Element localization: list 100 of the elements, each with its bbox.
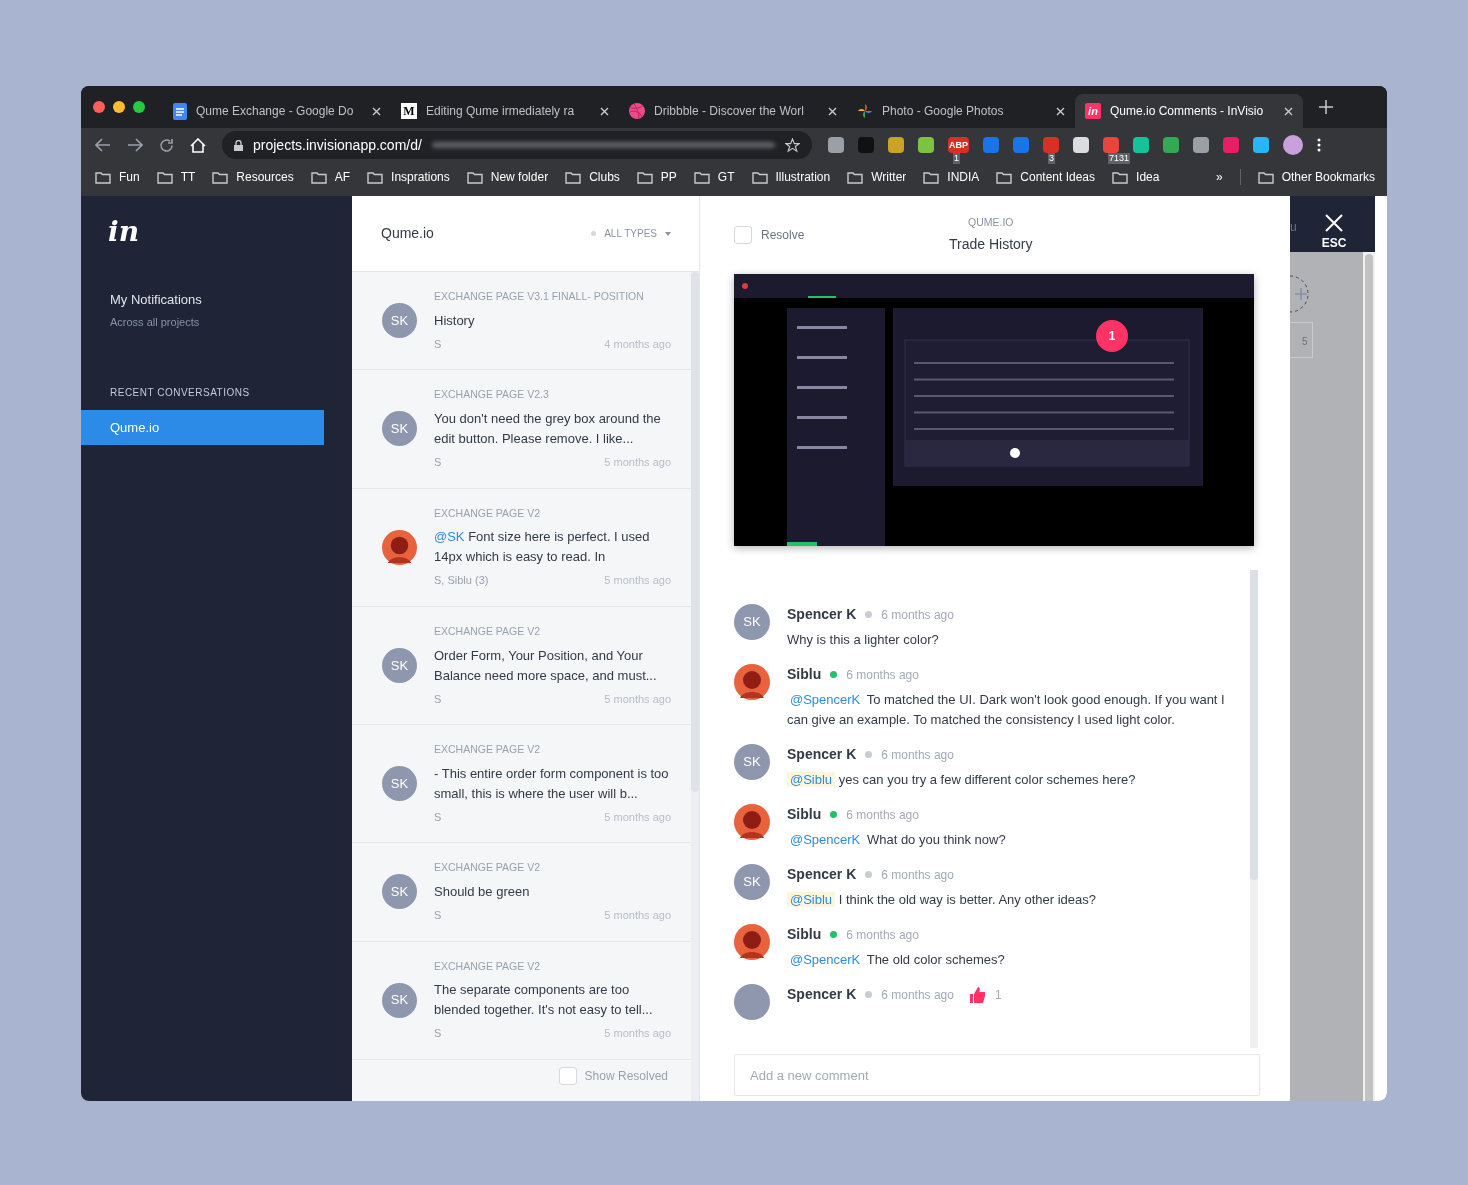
browser-tab[interactable]: Dribbble - Discover the Worl — [619, 94, 847, 128]
folder-icon — [693, 170, 710, 184]
extension-icon[interactable] — [828, 137, 844, 153]
bookmark-folder[interactable]: PP — [636, 168, 677, 186]
extension-icon[interactable] — [1253, 137, 1269, 153]
screen-name: EXCHANGE PAGE V2.3 — [434, 387, 550, 403]
avatar — [382, 529, 417, 565]
screen-name: EXCHANGE PAGE V2 — [434, 860, 541, 876]
bookmark-folder[interactable]: TT — [156, 168, 196, 186]
conversation-item[interactable]: SK EXCHANGE PAGE V3.1 FINALL- POSITION History S 4 months ago — [352, 272, 691, 371]
folder-icon — [636, 170, 653, 184]
extension-icon[interactable] — [1043, 137, 1059, 153]
folder-icon — [847, 170, 864, 184]
conversation-item[interactable]: SK EXCHANGE PAGE V2.3 You don't need the grey box around the edit button. Please remove. I like... S 5 months ago — [352, 370, 691, 489]
conversation-item[interactable]: SK EXCHANGE PAGE V2 - This entire order form component is too small, this is where the user will b... S 5 months ago — [352, 725, 691, 844]
site-logo: M — [401, 103, 417, 119]
reload-icon[interactable] — [159, 137, 174, 153]
comment-time: 6 months ago — [846, 926, 919, 944]
minimize-window-button[interactable] — [113, 101, 125, 113]
url-text: projects.invisionapp.com/d/ — [253, 135, 422, 155]
extension-icon[interactable] — [918, 137, 934, 153]
notifications-title[interactable]: My Notifications — [110, 290, 352, 310]
bookmark-folder[interactable]: Content Ideas — [996, 168, 1096, 186]
commenter-name: Siblu — [787, 665, 822, 684]
extension-icon[interactable] — [1193, 137, 1209, 153]
close-icon[interactable] — [600, 106, 609, 116]
close-icon[interactable] — [1056, 106, 1065, 116]
project-label: QUME.IO — [968, 214, 1014, 230]
screen-name: EXCHANGE PAGE V3.1 FINALL- POSITION — [434, 289, 645, 304]
tab-title: Qume.io Comments - InVisio — [1110, 103, 1265, 120]
home-icon[interactable] — [190, 137, 206, 153]
maximize-window-button[interactable] — [133, 101, 145, 113]
menu-icon[interactable] — [1317, 138, 1321, 152]
bookmark-folder[interactable]: Writter — [847, 168, 907, 186]
ball-icon — [629, 103, 645, 119]
close-window-button[interactable] — [93, 101, 105, 113]
comment-authors: S — [434, 809, 442, 825]
bookmark-folder[interactable]: New folder — [466, 168, 549, 186]
browser-tab[interactable]: in Qume.io Comments - InVisio — [1075, 94, 1303, 128]
close-icon[interactable] — [1284, 106, 1293, 116]
extension-icon[interactable] — [1013, 137, 1029, 153]
conversation-item[interactable]: SK EXCHANGE PAGE V2 Should be green S 5 months ago — [352, 843, 691, 942]
star-icon[interactable] — [785, 137, 800, 153]
extension-icon[interactable]: ABP — [948, 137, 969, 153]
checkbox[interactable] — [734, 226, 752, 244]
new-tab-icon[interactable] — [1319, 100, 1333, 114]
bookmark-folder[interactable]: Clubs — [565, 168, 620, 186]
address-bar[interactable]: projects.invisionapp.com/d/ — [222, 131, 812, 159]
folder-icon — [212, 170, 229, 184]
bookmark-folder[interactable]: Insprations — [367, 168, 450, 186]
bookmark-folder[interactable]: Other Bookmarks — [1257, 168, 1375, 186]
close-icon — [1325, 214, 1343, 232]
pinwheel-icon — [857, 103, 873, 119]
back-icon[interactable] — [95, 138, 111, 152]
conversation-item[interactable]: SK EXCHANGE PAGE V2 The separate components are too blended together. It's not easy to tell... S 5 months ago — [352, 941, 691, 1060]
comment-authors: S — [434, 908, 442, 923]
conversation-link[interactable]: Qume.io — [81, 410, 324, 445]
bookmark-folder[interactable]: GT — [693, 168, 735, 186]
bookmark-folder[interactable]: Illustration — [751, 168, 831, 186]
forward-icon[interactable] — [127, 138, 143, 152]
folder-icon — [156, 170, 173, 184]
close-icon[interactable] — [828, 106, 837, 116]
thumbs-up-icon[interactable] — [968, 986, 986, 1003]
browser-tab[interactable]: Photo - Google Photos — [847, 94, 1075, 128]
bookmark-folder[interactable]: AF — [310, 168, 351, 186]
browser-tab[interactable]: Qume Exchange - Google Do — [163, 94, 391, 128]
comment-time: 5 months ago — [604, 573, 671, 589]
screen-name: EXCHANGE PAGE V2 — [434, 958, 541, 974]
extension-icon[interactable] — [983, 137, 999, 153]
comment-preview: @SK Font size here is perfect. I used 14px which is easy to read. In — [434, 528, 651, 567]
close-icon[interactable] — [372, 106, 381, 116]
bookmark-folder[interactable]: Fun — [95, 168, 140, 186]
tab-title: Dribbble - Discover the Worl — [654, 103, 805, 120]
folder-icon — [751, 170, 768, 184]
browser-tab[interactable]: M Editing Qume irmediately ra — [391, 94, 619, 128]
conversation-item[interactable]: SK EXCHANGE PAGE V2 Order Form, Your Position, and Your Balance need more space, and must... S 5 months ago — [352, 606, 691, 725]
resolve-label: Resolve — [761, 227, 805, 244]
profile-avatar[interactable] — [1283, 135, 1303, 155]
conversation-item[interactable]: EXCHANGE PAGE V2 @SK Font size here is perfect. I used 14px which is easy to read. In S, Siblu (3) 5 months ago — [352, 488, 691, 607]
close-button[interactable]: ESC — [1321, 214, 1347, 252]
extension-icon[interactable] — [1103, 137, 1119, 153]
bookmark-folder[interactable]: INDIA — [923, 168, 980, 186]
tab-title: Editing Qume irmediately ra — [426, 103, 576, 120]
extension-badge: 7131 — [1108, 153, 1131, 164]
extension-icon[interactable] — [1073, 137, 1089, 153]
extension-icon[interactable] — [1133, 137, 1149, 153]
comment-time: 6 months ago — [881, 606, 954, 624]
extension-icon[interactable] — [1163, 137, 1179, 153]
section-heading: RECENT CONVERSATIONS — [110, 386, 251, 400]
bookmark-folder[interactable]: Idea — [1112, 168, 1160, 186]
comment-input[interactable]: Add a new comment — [734, 1054, 1260, 1096]
bookmark-folder[interactable]: Resources — [212, 168, 294, 186]
extension-icon[interactable] — [1223, 137, 1239, 153]
checkbox[interactable] — [558, 1067, 577, 1085]
extension-icon[interactable] — [888, 137, 904, 153]
folder-icon — [1112, 170, 1129, 184]
comment-time: 5 months ago — [604, 809, 671, 825]
app-logo: in — [108, 218, 140, 246]
more-bookmarks-button[interactable]: » — [1215, 168, 1223, 186]
tab-title: Photo - Google Photos — [882, 103, 1005, 120]
